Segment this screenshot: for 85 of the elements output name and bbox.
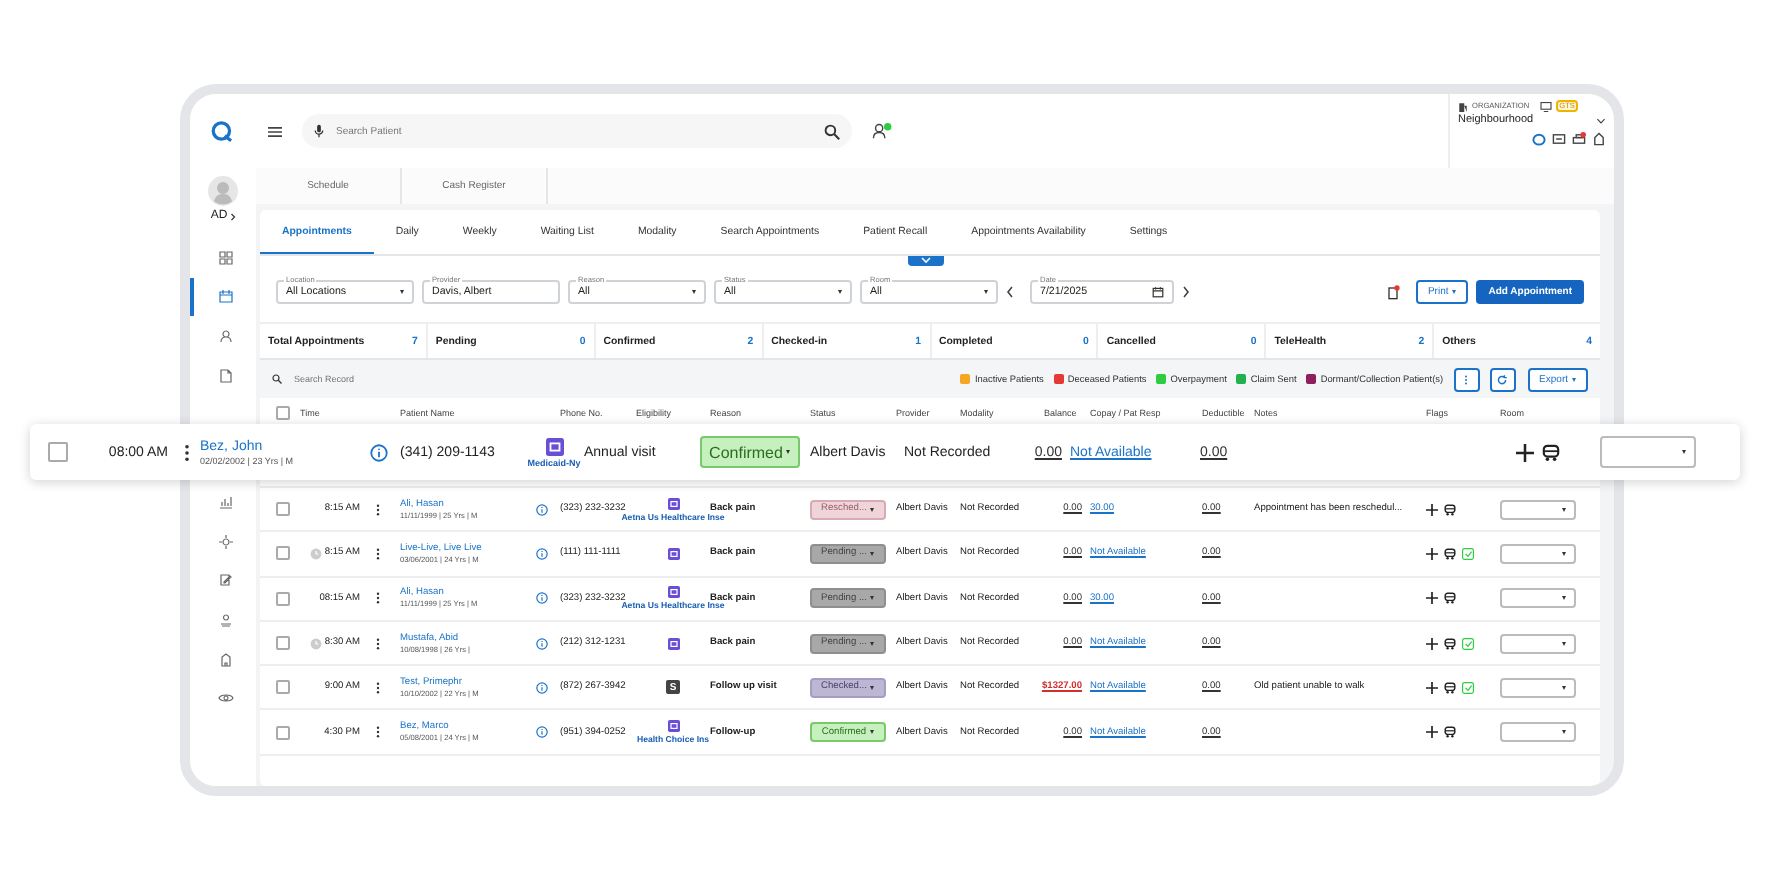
caret-icon [1562,596,1566,601]
chat-icon[interactable] [1552,132,1566,146]
caret-icon [400,289,404,293]
calendar-icon [217,288,233,305]
vehicle-icon[interactable] [1444,726,1456,739]
plus-icon[interactable] [1426,637,1438,650]
user-add-icon[interactable] [872,122,892,140]
dashboard-icon [217,249,233,266]
vehicle-icon[interactable] [1444,547,1456,560]
caret-icon [984,289,988,293]
info-icon[interactable] [370,443,388,461]
row-checkbox[interactable] [276,725,290,740]
caret-icon [870,641,875,646]
insurance-card-icon[interactable] [667,497,679,510]
plus-icon[interactable] [1426,503,1438,516]
edit-icon [217,572,233,589]
caret-icon [870,551,875,556]
insurance-card-icon[interactable] [667,637,679,650]
plus-icon[interactable] [1426,592,1438,605]
row-checkbox[interactable] [276,636,290,651]
caret-icon [870,685,875,690]
plus-icon[interactable] [1426,547,1438,560]
row-checkbox[interactable] [276,680,290,695]
plus-icon[interactable] [1426,726,1438,739]
caret-icon [1562,507,1566,512]
caret-icon [838,289,842,293]
chevron-down-icon [1596,117,1606,123]
vehicle-icon[interactable] [1444,592,1456,605]
info-icon[interactable] [536,637,548,650]
vehicle-icon[interactable] [1444,681,1456,694]
search-icon[interactable] [824,123,840,139]
caret-icon [692,289,696,293]
caret-icon [1572,377,1576,381]
info-icon[interactable] [536,592,548,605]
row-checkbox[interactable] [276,502,290,517]
eye-icon [217,690,233,707]
info-icon[interactable] [536,503,548,516]
person-icon [217,327,233,344]
caret-icon [1562,730,1566,735]
search-icon [272,374,282,384]
building-icon [217,651,233,668]
caret-icon [1562,551,1566,556]
logo-icon [210,118,236,144]
user-icon [217,611,233,628]
info-icon[interactable] [536,547,548,560]
collapse-button[interactable] [908,256,944,266]
caret-icon [786,450,791,454]
caret-icon [1682,450,1686,454]
refresh-icon [1496,373,1509,385]
kebab-menu-icon[interactable] [184,443,190,461]
row-checkbox[interactable] [48,442,68,462]
caret-icon [1562,641,1566,646]
info-icon[interactable] [536,726,548,739]
caret-icon [870,596,875,601]
device-icon[interactable] [1385,283,1400,299]
vehicle-icon[interactable] [1444,503,1456,516]
calendar-icon[interactable] [1152,285,1164,297]
insurance-card-icon[interactable] [667,720,679,733]
more-button[interactable] [1453,367,1480,391]
insurance-card-icon[interactable] [667,586,679,599]
caret-icon [870,507,875,512]
status-dropdown[interactable]: Confirmed [700,436,800,468]
caret-icon [870,730,875,735]
vehicle-icon[interactable] [1444,637,1456,650]
info-icon[interactable] [536,681,548,694]
row-checkbox[interactable] [276,591,290,606]
document-icon [217,367,233,384]
refresh-button[interactable] [1489,367,1516,391]
microphone-icon[interactable] [314,124,324,138]
insurance-card-icon[interactable] [667,547,679,560]
circle-icon[interactable] [1532,132,1546,146]
chevron-right-icon[interactable] [229,211,236,221]
monitor-icon [1539,101,1552,111]
caret-icon [1452,289,1457,293]
printer-icon[interactable] [1572,132,1586,146]
select-all-checkbox[interactable] [276,405,290,419]
plus-icon[interactable] [1426,681,1438,694]
menu-icon[interactable] [268,125,282,137]
vehicle-icon[interactable] [1542,443,1560,461]
caret-icon [1562,685,1566,690]
plus-icon[interactable] [1516,443,1534,461]
insurance-card-icon[interactable] [545,437,563,455]
chart-icon [217,494,233,511]
building-icon [1458,101,1468,111]
row-checkbox[interactable] [276,546,290,561]
